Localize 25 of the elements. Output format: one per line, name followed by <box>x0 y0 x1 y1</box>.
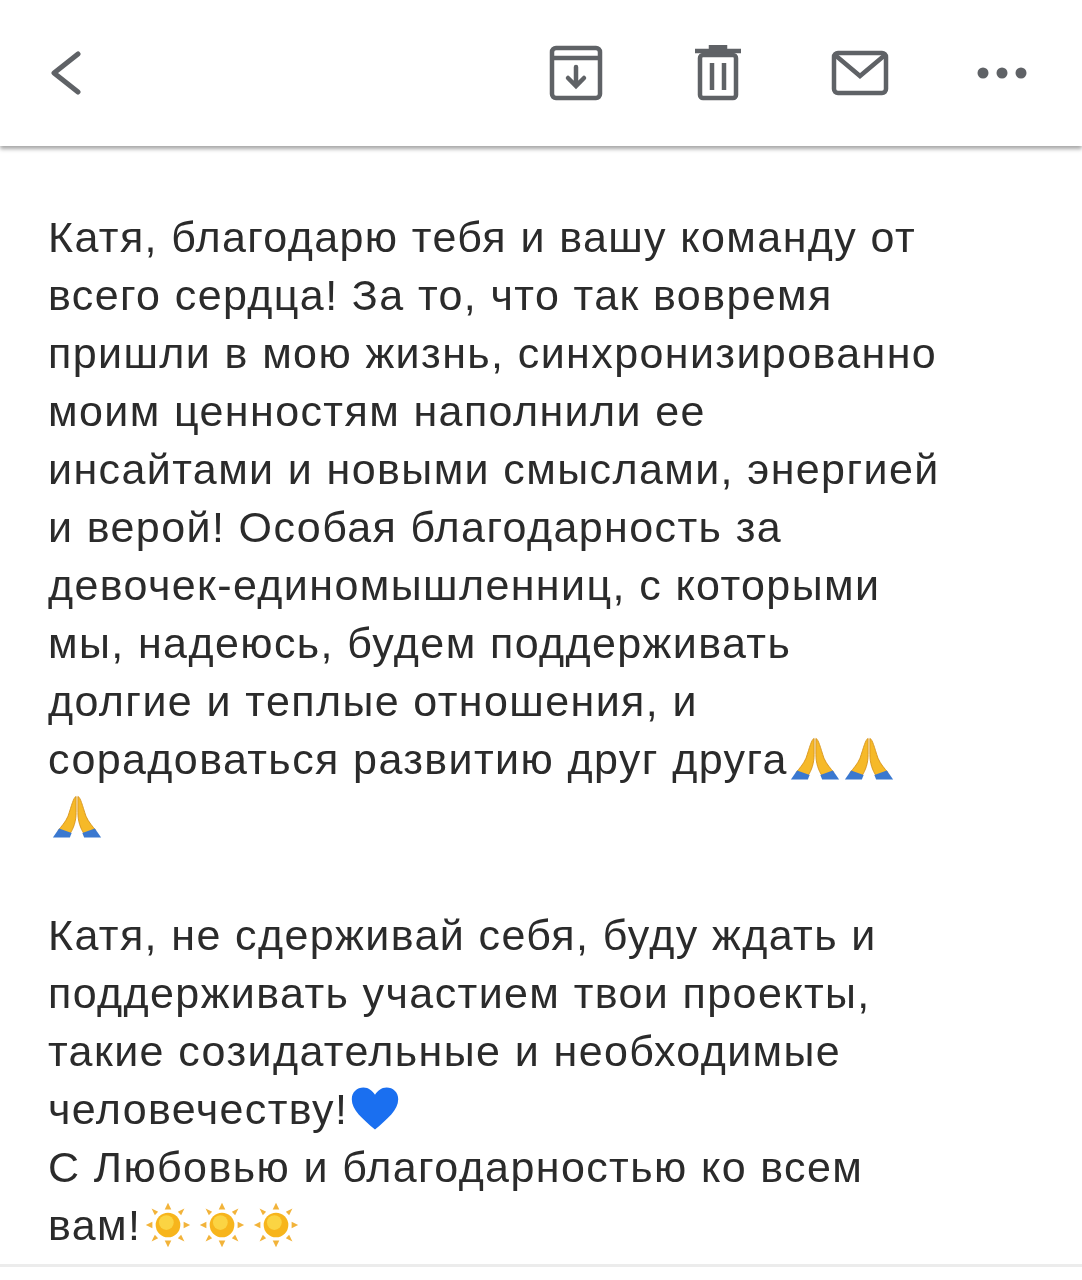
message-text: вам! <box>48 1200 142 1250</box>
archive-icon[interactable] <box>549 45 603 101</box>
message-text: долгие и теплые отношения, и <box>48 676 698 726</box>
mail-icon[interactable] <box>831 50 889 96</box>
more-icon[interactable] <box>977 67 1027 79</box>
praying-hands-icon <box>789 736 840 782</box>
message-text: мы, надеюсь, будем поддерживать <box>48 618 792 668</box>
message-text: Катя, не сдерживай себя, буду ждать и <box>48 910 877 960</box>
praying-hands-icon <box>52 794 102 840</box>
message-text: Катя, благодарю тебя и вашу команду от <box>48 212 916 262</box>
message-text: девочек-единомышленниц, с которыми <box>48 560 881 610</box>
back-icon[interactable] <box>48 51 84 95</box>
message-text: пришли в мою жизнь, синхронизированно <box>48 328 938 378</box>
message-text: всего сердца! За то, что так вовремя <box>48 270 833 320</box>
message-text: такие созидательные и необходимые <box>48 1026 842 1076</box>
heart-icon <box>350 1086 401 1132</box>
message-text: и верой! Особая благодарность за <box>48 502 783 552</box>
message-text: человечеству! <box>48 1084 349 1134</box>
message-text: С Любовью и благодарностью ко всем <box>48 1142 864 1192</box>
message-text: инсайтами и новыми смыслами, энергией <box>48 444 940 494</box>
praying-hands-icon <box>843 736 894 782</box>
message-text: поддерживать участием твои проекты, <box>48 968 871 1018</box>
message-text: моим ценностям наполнили ее <box>48 386 706 436</box>
trash-icon[interactable] <box>693 45 743 101</box>
message-text: сорадоваться развитию друг друга <box>48 734 788 784</box>
